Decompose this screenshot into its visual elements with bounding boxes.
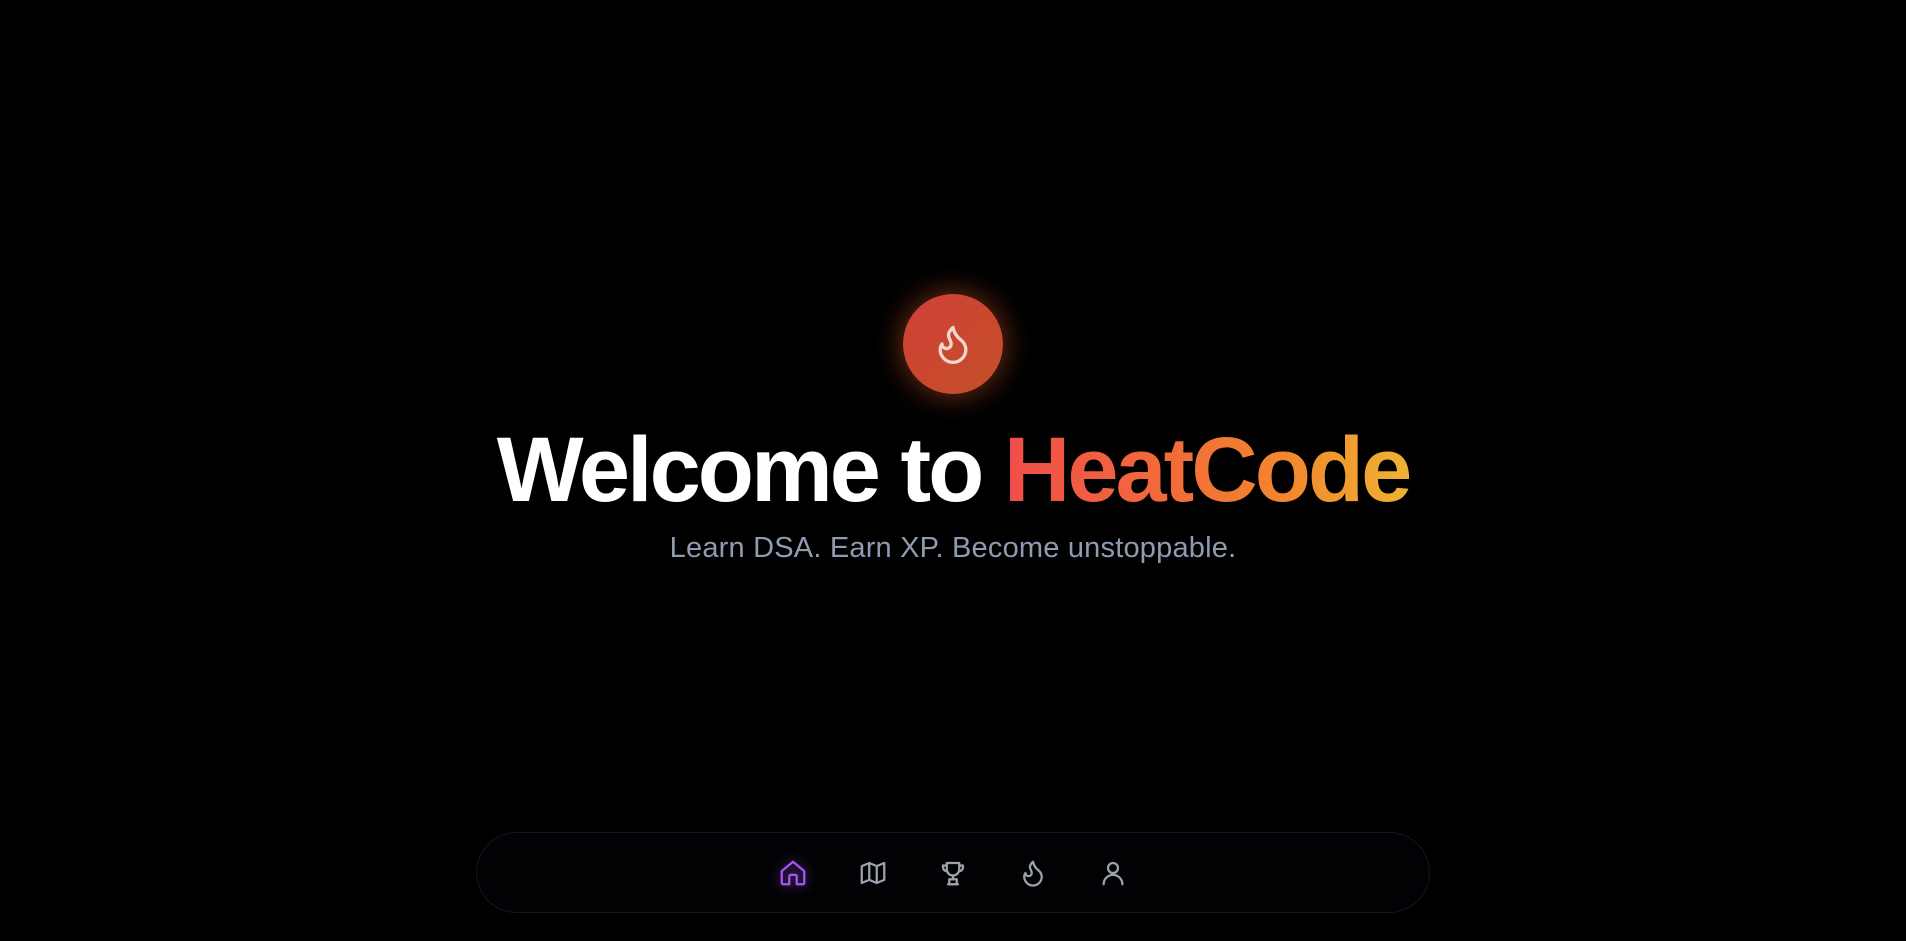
welcome-screen: Welcome to HeatCode Learn DSA. Earn XP. …: [0, 0, 1906, 941]
page-title: Welcome to HeatCode: [0, 418, 1906, 522]
user-icon: [1102, 861, 1124, 885]
trophy-icon: [941, 861, 965, 885]
nav-item-map[interactable]: [833, 843, 913, 903]
brand-name: HeatCode: [1003, 419, 1412, 521]
nav-item-streak[interactable]: [993, 843, 1073, 903]
nav-item-profile[interactable]: [1073, 843, 1153, 903]
bottom-nav-bar: [476, 832, 1430, 913]
map-icon: [860, 861, 886, 884]
nav-item-home[interactable]: [753, 843, 833, 903]
home-icon: [780, 860, 806, 885]
flame-icon: [1023, 860, 1043, 887]
headline-prefix: Welcome to: [496, 419, 1004, 521]
nav-item-trophy[interactable]: [913, 843, 993, 903]
flame-icon: [938, 325, 968, 364]
logo-badge: [903, 294, 1003, 394]
tagline: Learn DSA. Earn XP. Become unstoppable.: [669, 532, 1237, 564]
